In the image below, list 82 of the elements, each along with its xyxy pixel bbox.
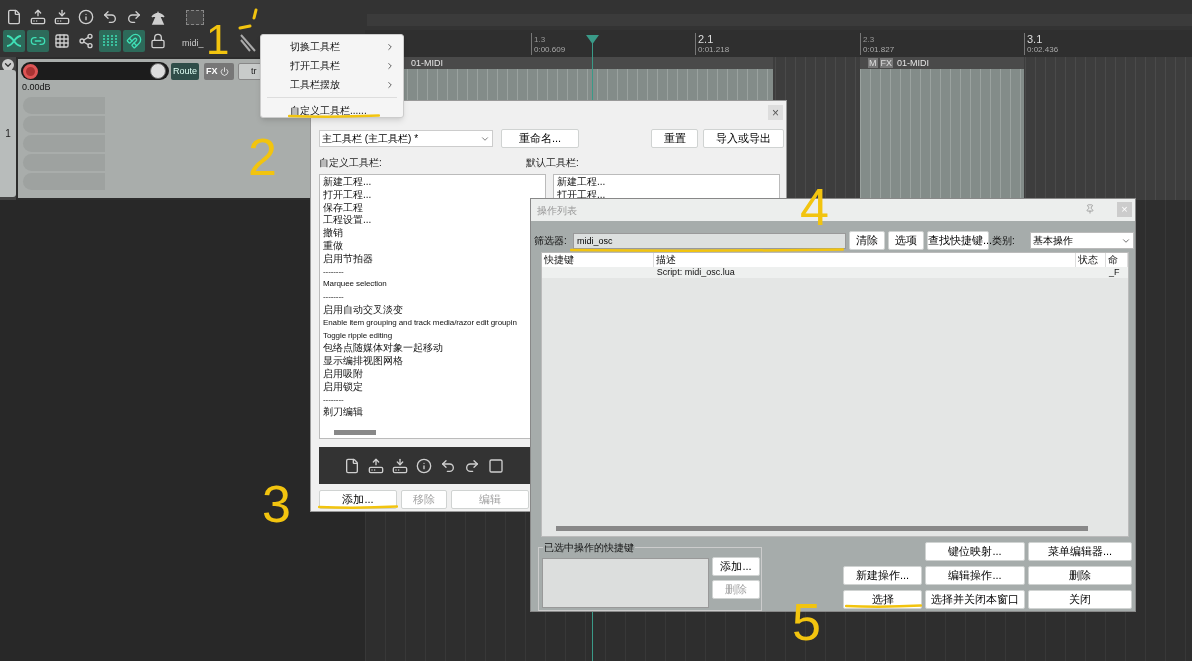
bar-time: 0:01.827 [863, 45, 895, 55]
dialog-button[interactable]: 添加... [712, 557, 760, 576]
menu-item[interactable]: 切换工具栏 [261, 37, 403, 56]
list-item[interactable]: 新建工程... [323, 176, 372, 189]
list-item[interactable]: 包络点随媒体对象一起移动 [323, 342, 443, 356]
annotation-number: 5 [792, 592, 821, 653]
list-item[interactable]: 启用锁定 [323, 380, 363, 394]
bar-number: 1.3 [534, 34, 547, 45]
item-name: 01-MIDI [411, 57, 443, 69]
submenu-chevron-icon [385, 79, 395, 90]
list-item[interactable]: Enable item grouping and track media/razor edit groupin [323, 316, 517, 330]
submenu-chevron-icon [385, 41, 395, 52]
dialog-button[interactable]: 编辑操作... [925, 566, 1025, 585]
annotation-spark-drawing [238, 8, 260, 32]
group-label: 已选中操作的快捷键 [543, 540, 635, 555]
track-number: 1 [5, 127, 11, 141]
toolbar-select[interactable]: 主工具栏 (主工具栏) * [319, 130, 493, 147]
dialog-button[interactable]: 导入或导出 [703, 129, 784, 148]
list-item[interactable]: 保存工程 [323, 201, 363, 215]
dotted-square-icon[interactable] [186, 10, 204, 25]
list-label: 默认工具栏: [526, 156, 579, 170]
route-button[interactable]: Route [171, 63, 200, 80]
collapse-button[interactable] [2, 59, 14, 71]
chevron-down-icon [3, 60, 13, 70]
close-button[interactable]: × [768, 105, 783, 120]
scrollbar-thumb[interactable] [556, 526, 1088, 531]
category-label: 类别: [992, 234, 1016, 248]
crossfade-icon[interactable] [3, 30, 25, 52]
dialog-button[interactable]: 键位映射... [925, 542, 1025, 561]
item-badge[interactable]: FX [879, 58, 893, 68]
power-icon [219, 67, 229, 76]
dialog-button[interactable]: 删除 [1028, 566, 1132, 585]
menu-item[interactable]: 自定义工具栏...... [261, 101, 403, 120]
midi-item[interactable]: M FX 01-MIDI [860, 57, 1024, 200]
list-item[interactable]: 撤销 [323, 227, 343, 240]
fx-button[interactable]: FX [204, 63, 234, 80]
list-item[interactable]: Marquee selection [323, 278, 387, 292]
list-item[interactable]: 新建工程... [557, 176, 606, 189]
list-item[interactable]: 剃刀编辑 [323, 406, 363, 420]
bar-time: 0:00.609 [534, 45, 566, 55]
dialog-button[interactable]: 选项 [888, 231, 924, 250]
bar-number: 2.1 [698, 33, 715, 45]
dialog-button[interactable]: 重置 [651, 129, 698, 148]
scrollbar-thumb[interactable] [334, 430, 376, 435]
dialog-button[interactable]: 关闭 [1028, 590, 1132, 609]
filter-field[interactable]: midi_osc [573, 232, 846, 249]
bar-time: 0:01.218 [698, 45, 730, 55]
annotation-number: 2 [248, 127, 277, 188]
list-label: 自定义工具栏: [319, 156, 382, 170]
list-item[interactable]: 显示编排视图网格 [323, 355, 403, 368]
list-item[interactable]: -------- [323, 393, 344, 407]
list-item[interactable]: Toggle ripple editing [323, 329, 393, 343]
ruler-icon[interactable] [240, 34, 256, 52]
filter-label: 筛选器: [534, 234, 568, 248]
bar-number: 3.1 [1027, 33, 1044, 45]
dialog-button[interactable]: 新建操作... [843, 566, 922, 585]
table-cell-text: _F [1108, 267, 1121, 278]
table-cell-text: Script: midi_osc.lua [655, 267, 736, 278]
list-item[interactable]: -------- [323, 291, 344, 304]
annotation-number: 3 [262, 474, 291, 535]
list-item[interactable]: 重做 [323, 240, 343, 253]
list-item[interactable]: 启用节拍器 [323, 252, 373, 266]
dialog-button[interactable]: 菜单编辑器... [1028, 542, 1132, 561]
bar-time: 0:02.436 [1027, 45, 1059, 55]
list-item[interactable]: 打开工程... [323, 188, 372, 202]
dialog-button[interactable]: 选择并关闭本窗口 [925, 590, 1025, 609]
bar-number: 2.3 [863, 34, 876, 45]
volume-readout: 0.00dB [22, 81, 51, 94]
list-item[interactable]: -------- [323, 265, 344, 279]
link-icon[interactable] [27, 30, 49, 52]
toolbar-label: midi_ [182, 37, 204, 50]
category-select[interactable]: 基本操作 [1030, 232, 1134, 249]
item-name: 01-MIDI [897, 57, 930, 69]
dialog-button[interactable]: 清除 [849, 231, 885, 250]
dialog-button[interactable]: 重命名... [501, 129, 579, 148]
magnet-icon[interactable] [123, 30, 145, 52]
playhead-marker-icon[interactable] [586, 35, 599, 44]
list-item[interactable]: 启用自动交叉淡变 [323, 303, 403, 317]
submenu-chevron-icon [385, 60, 395, 71]
window-title: 操作列表 [537, 203, 577, 218]
list-item[interactable]: 工程设置... [323, 214, 372, 228]
list-item[interactable]: 启用吸附 [323, 367, 363, 381]
